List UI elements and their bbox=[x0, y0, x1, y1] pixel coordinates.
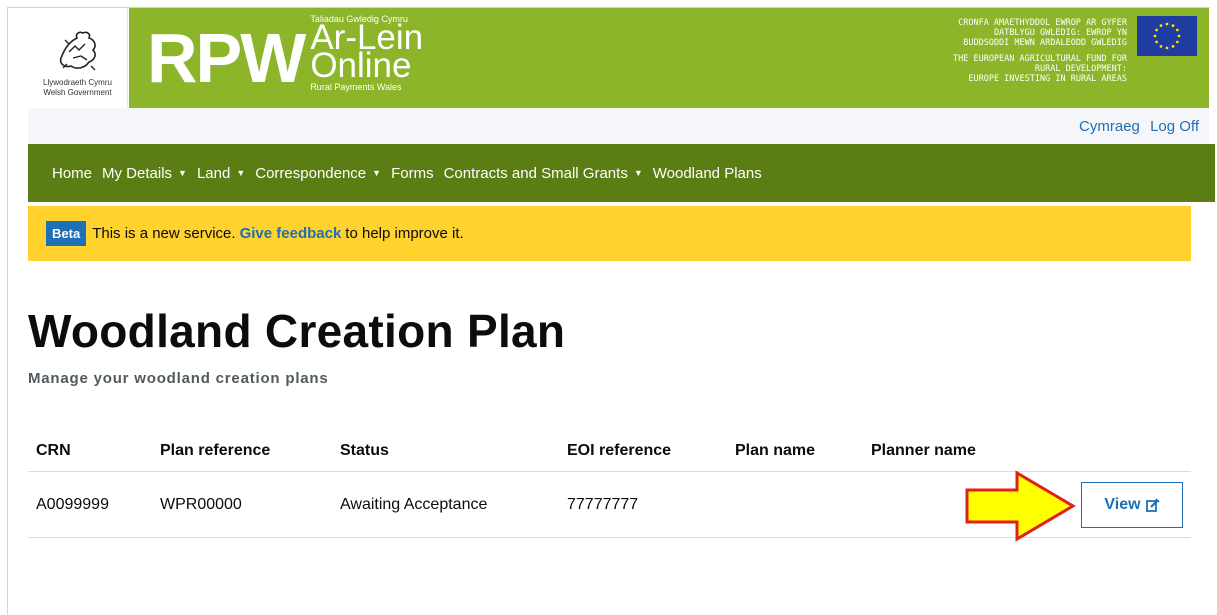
nav-item-my-details[interactable]: My Details ▼ bbox=[102, 165, 187, 182]
beta-text: This is a new service. bbox=[92, 225, 236, 242]
utility-links: Cymraeg Log Off bbox=[1073, 118, 1199, 135]
caret-down-icon: ▼ bbox=[178, 168, 187, 178]
wg-welsh-name: Llywodraeth Cymru bbox=[43, 78, 112, 87]
nav-item-land[interactable]: Land ▼ bbox=[197, 165, 245, 182]
nav-label: Land bbox=[196, 164, 231, 182]
nav-label: Forms bbox=[391, 164, 434, 182]
table-header-row: CRN Plan reference Status EOI reference … bbox=[28, 430, 1191, 472]
online-text: Online bbox=[310, 46, 412, 85]
nav-item-forms[interactable]: Forms bbox=[391, 165, 434, 182]
column-header-actions bbox=[1021, 430, 1191, 471]
fund-en-line: RURAL DEVELOPMENT: bbox=[1034, 64, 1127, 74]
fund-en-line: THE EUROPEAN AGRICULTURAL FUND FOR bbox=[953, 54, 1127, 64]
rpw-logo-text[interactable]: RPW bbox=[129, 8, 306, 108]
beta-tag: Beta bbox=[46, 221, 87, 246]
welsh-government-logo[interactable]: Llywodraeth Cymru Welsh Government bbox=[28, 8, 128, 108]
nav-label: Correspondence bbox=[255, 164, 367, 182]
caret-down-icon: ▼ bbox=[236, 168, 246, 178]
view-plan-button[interactable]: View bbox=[1081, 482, 1183, 528]
annotation-arrow-icon bbox=[965, 470, 1076, 542]
eu-flag-icon bbox=[1137, 16, 1197, 56]
page-subtitle: Manage your woodland creation plans bbox=[28, 370, 329, 387]
log-off-link[interactable]: Log Off bbox=[1150, 118, 1199, 135]
column-header-plan-name: Plan name bbox=[735, 441, 816, 459]
nav-item-home[interactable]: Home bbox=[52, 165, 92, 182]
wg-english-name: Welsh Government bbox=[43, 88, 112, 97]
nav-item-woodland-plans[interactable]: Woodland Plans bbox=[653, 165, 762, 182]
nav-label: My Details bbox=[102, 164, 173, 182]
nav-label: Home bbox=[52, 164, 93, 182]
edit-icon bbox=[1145, 498, 1160, 512]
main-navigation: Home My Details ▼ Land ▼ Correspondence ▼ F… bbox=[28, 144, 1215, 202]
cell-eoi-reference: 77777777 bbox=[567, 495, 639, 513]
fund-cy-line: DATBLYGU GWLEDIG: EWROP YN bbox=[993, 28, 1127, 38]
nav-label: Woodland Plans bbox=[652, 164, 762, 182]
cell-plan-reference: WPR00000 bbox=[160, 495, 242, 513]
welsh-dragon-icon bbox=[59, 31, 96, 71]
cell-status: Awaiting Acceptance bbox=[340, 495, 488, 513]
arlein-bottom-text: Rural Payments Wales bbox=[310, 82, 402, 92]
fund-cy-line: BUDDSODDI MEWN ARDALEODD GWLEDIG bbox=[963, 38, 1127, 48]
beta-banner: Beta This is a new service. Give feedbac… bbox=[28, 206, 1191, 261]
beta-text-after: to help improve it. bbox=[345, 225, 464, 242]
rpw-banner: RPW Taliadau Gwledig Cymru Ar-Lein Onlin… bbox=[129, 8, 1209, 108]
nav-label: Contracts and Small Grants bbox=[443, 164, 628, 182]
column-header-planner-name: Planner name bbox=[871, 441, 976, 459]
nav-item-correspondence[interactable]: Correspondence ▼ bbox=[255, 165, 381, 182]
fund-en-line: EUROPE INVESTING IN RURAL AREAS bbox=[968, 74, 1127, 84]
column-header-eoi-reference: EOI reference bbox=[567, 441, 672, 459]
utility-bar: Cymraeg Log Off bbox=[28, 108, 1209, 144]
column-header-status: Status bbox=[340, 441, 389, 459]
fund-cy-line: CRONFA AMAETHYDDOL EWROP AR GYFER bbox=[958, 18, 1127, 28]
language-toggle-link[interactable]: Cymraeg bbox=[1079, 118, 1140, 135]
caret-down-icon: ▼ bbox=[372, 168, 382, 178]
nav-item-contracts[interactable]: Contracts and Small Grants ▼ bbox=[444, 165, 643, 182]
view-button-label: View bbox=[1104, 496, 1141, 513]
page-title: Woodland Creation Plan bbox=[28, 305, 566, 357]
cell-crn: A0099999 bbox=[36, 495, 109, 513]
site-header: Llywodraeth Cymru Welsh Government RPW T… bbox=[28, 8, 1209, 108]
caret-down-icon: ▼ bbox=[633, 168, 643, 178]
give-feedback-link[interactable]: Give feedback bbox=[240, 225, 342, 242]
column-header-crn: CRN bbox=[36, 441, 71, 459]
rpw-online-wordmark: Taliadau Gwledig Cymru Ar-Lein Online Ru… bbox=[304, 8, 423, 108]
column-header-plan-reference: Plan reference bbox=[160, 441, 271, 459]
eafrd-statement: CRONFA AMAETHYDDOL EWROP AR GYFER DATBLY… bbox=[953, 18, 1127, 84]
